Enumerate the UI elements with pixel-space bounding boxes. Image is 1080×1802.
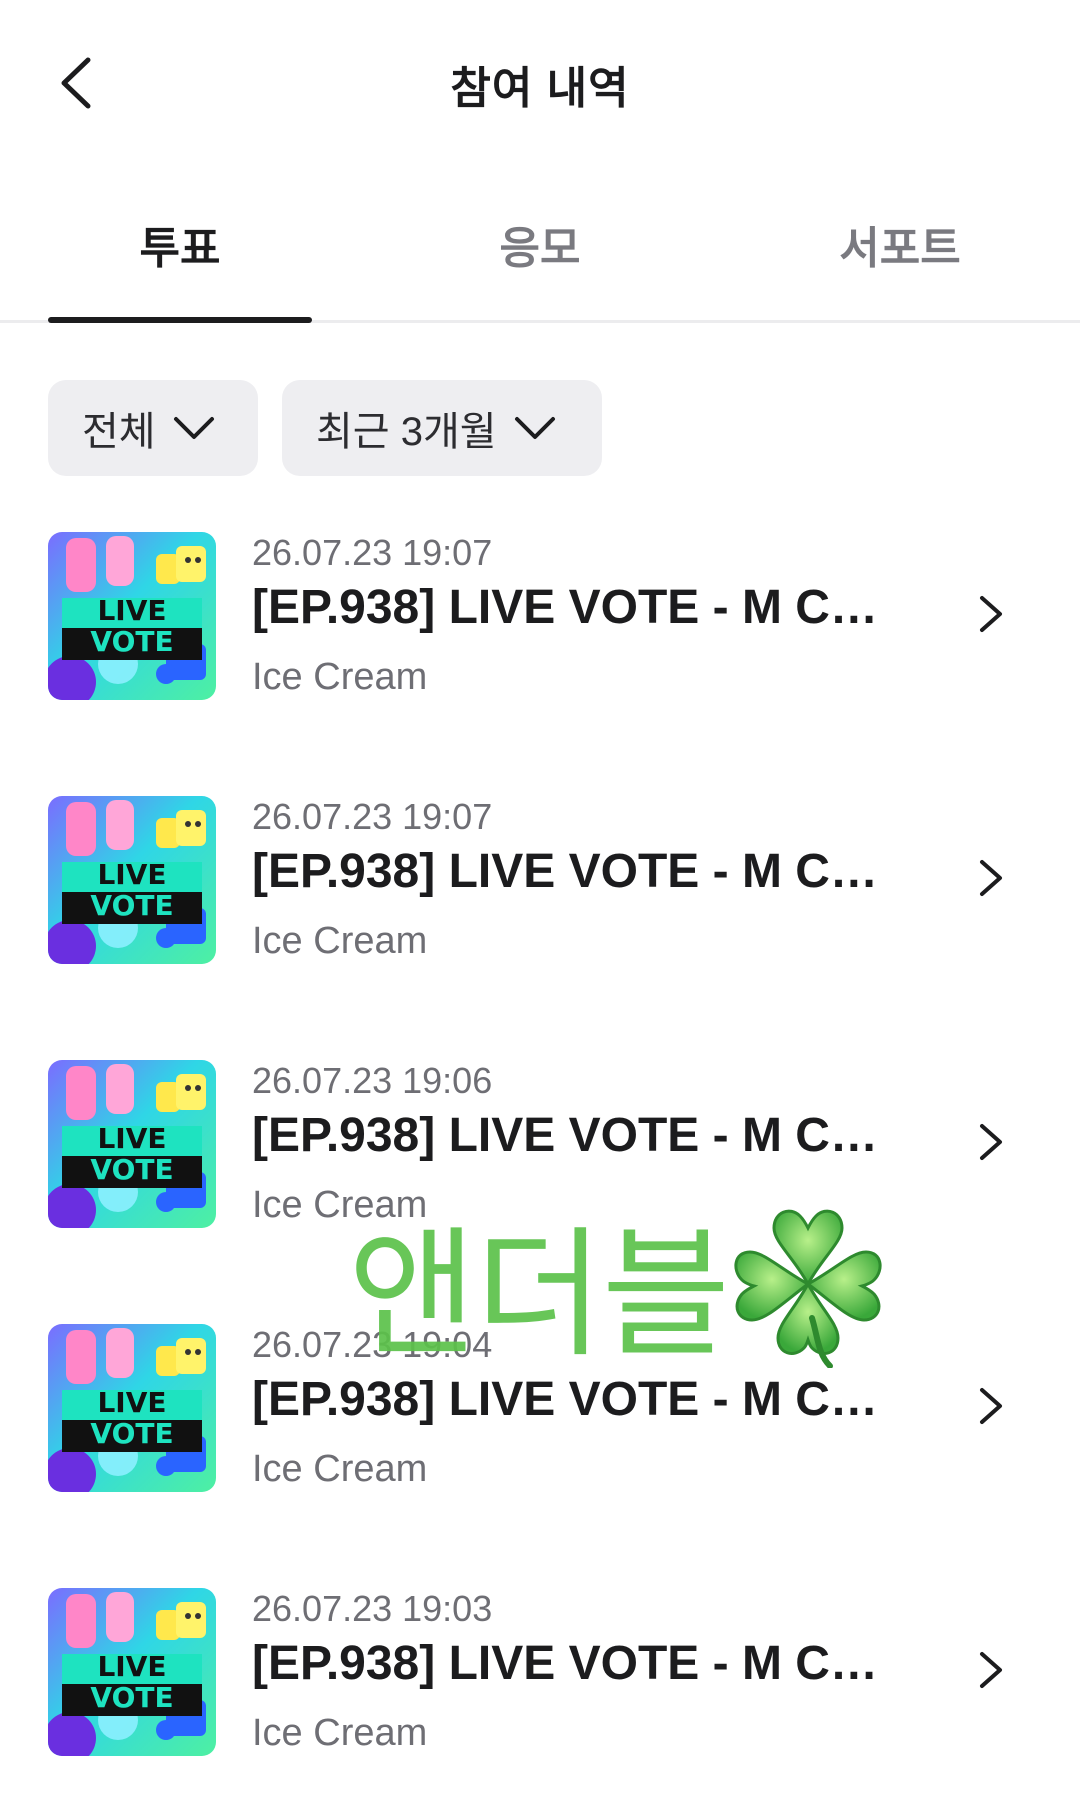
category-filter-label: 전체 — [82, 410, 156, 454]
vote-date: 26.07.23 19:07 — [252, 532, 493, 573]
vote-title: [EP.938] LIVE VOTE - M COUNTDOWN — [252, 1109, 912, 1162]
thumb-line-1: LIVE — [97, 1122, 167, 1155]
period-filter-label: 최근 3개월 — [316, 410, 497, 454]
tab-bar: 투표 응모 서포트 — [0, 200, 1080, 323]
thumb-line-1: LIVE — [97, 594, 167, 627]
vote-date: 26.07.23 19:03 — [252, 1588, 493, 1629]
period-filter-dropdown[interactable]: 최근 3개월 — [282, 380, 602, 476]
list-item[interactable]: LIVE VOTE 26.07.23 19:07 [EP.938] LIVE V… — [0, 792, 1080, 964]
voted-artist: Ice Cream — [252, 1712, 428, 1754]
watermark: 앤더블 — [348, 1198, 908, 1377]
app-header: 참여 내역 — [0, 0, 1080, 170]
thumb-caption: LIVE VOTE — [48, 1060, 216, 1228]
vote-title: [EP.938] LIVE VOTE - M COUNTDOWN — [252, 581, 912, 634]
thumb-caption: LIVE VOTE — [48, 532, 216, 700]
vote-date: 26.07.23 19:07 — [252, 796, 493, 837]
thumb-caption: LIVE VOTE — [48, 796, 216, 964]
category-filter-dropdown[interactable]: 전체 — [48, 380, 258, 476]
active-tab-indicator — [48, 317, 312, 323]
tab-vote[interactable]: 투표 — [0, 212, 360, 276]
thumb-line-1: LIVE — [97, 1650, 167, 1683]
chevron-right-icon — [980, 860, 1002, 896]
thumb-line-2: VOTE — [90, 1417, 174, 1450]
list-item[interactable]: LIVE VOTE 26.07.23 19:03 [EP.938] LIVE V… — [0, 1584, 1080, 1756]
thumb-line-2: VOTE — [90, 625, 174, 658]
four-leaf-clover-icon — [734, 1209, 882, 1368]
thumb-line-2: VOTE — [90, 889, 174, 922]
voted-artist: Ice Cream — [252, 1448, 428, 1490]
vote-date: 26.07.23 19:06 — [252, 1060, 493, 1101]
list-item[interactable]: LIVE VOTE 26.07.23 19:07 [EP.938] LIVE V… — [0, 528, 1080, 700]
thumb-line-2: VOTE — [90, 1153, 174, 1186]
chevron-right-icon — [980, 1652, 1002, 1688]
chevron-down-icon — [514, 417, 555, 439]
thumb-caption: LIVE VOTE — [48, 1588, 216, 1756]
thumb-line-1: LIVE — [97, 1386, 167, 1419]
vote-title: [EP.938] LIVE VOTE - M COUNTDOWN — [252, 845, 912, 898]
tab-support[interactable]: 서포트 — [720, 212, 1080, 276]
voted-artist: Ice Cream — [252, 920, 428, 962]
thumb-line-1: LIVE — [97, 858, 167, 891]
watermark-text: 앤더블 — [348, 1214, 730, 1377]
thumb-line-2: VOTE — [90, 1681, 174, 1714]
chevron-right-icon — [980, 1388, 1002, 1424]
chevron-right-icon — [980, 1124, 1002, 1160]
chevron-right-icon — [980, 596, 1002, 632]
tab-entry[interactable]: 응모 — [360, 212, 720, 276]
thumb-caption: LIVE VOTE — [48, 1324, 216, 1492]
page-title: 참여 내역 — [450, 64, 630, 113]
vote-title: [EP.938] LIVE VOTE - M COUNTDOWN — [252, 1637, 912, 1690]
chevron-down-icon — [173, 417, 214, 439]
voted-artist: Ice Cream — [252, 656, 428, 698]
